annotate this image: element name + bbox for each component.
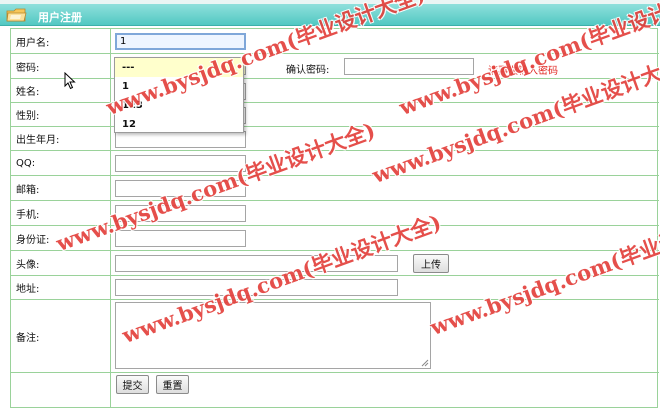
remark-textarea[interactable] (115, 302, 431, 369)
name-label: 姓名: (11, 79, 111, 102)
reset-button[interactable]: 重置 (156, 375, 189, 394)
avatar-label: 头像: (11, 251, 111, 275)
address-label: 地址: (11, 276, 111, 299)
autocomplete-dropdown: --- 1 123 12 (114, 57, 244, 133)
mouse-cursor-icon (64, 72, 76, 90)
birthdate-label: 出生年月: (11, 127, 111, 150)
address-input[interactable] (115, 279, 398, 296)
row-idcard: 身份证: (11, 226, 659, 251)
folder-book-icon (6, 8, 27, 22)
row-actions: 提交 重置 (11, 373, 659, 407)
row-birthdate: 出生年月: (11, 127, 659, 151)
phone-input[interactable] (115, 205, 246, 222)
gender-label: 性别: (11, 103, 111, 126)
row-address: 地址: (11, 276, 659, 300)
avatar-path-input[interactable] (115, 255, 398, 272)
email-label: 邮箱: (11, 176, 111, 200)
registration-form: 用户名: 密码: 确认密码: 请再次输入密码 姓名: 性别: 出生年月: (10, 28, 659, 408)
confirm-password-label: 确认密码: (286, 65, 330, 76)
row-username: 用户名: (11, 29, 659, 54)
confirm-password-hint: 请再次输入密码 (488, 66, 558, 77)
row-gender: 性别: (11, 103, 659, 127)
title-bar: 用户注册 (0, 4, 660, 26)
qq-input[interactable] (115, 155, 246, 172)
username-input[interactable] (115, 33, 246, 50)
idcard-input[interactable] (115, 230, 246, 247)
autocomplete-option[interactable]: 123 (115, 96, 243, 115)
row-email: 邮箱: (11, 176, 659, 201)
row-qq: QQ: (11, 151, 659, 176)
row-name: 姓名: (11, 79, 659, 103)
password-label: 密码: (11, 54, 111, 78)
upload-button[interactable]: 上传 (413, 254, 449, 273)
qq-label: QQ: (11, 151, 111, 175)
confirm-password-input[interactable] (344, 58, 474, 75)
email-input[interactable] (115, 180, 246, 197)
page-title: 用户注册 (38, 11, 82, 24)
submit-button[interactable]: 提交 (116, 375, 149, 394)
resize-grip-icon[interactable] (421, 359, 429, 367)
username-label: 用户名: (11, 29, 111, 53)
idcard-label: 身份证: (11, 226, 111, 250)
autocomplete-option[interactable]: 1 (115, 77, 243, 96)
remark-label: 备注: (11, 300, 111, 372)
row-remark: 备注: (11, 300, 659, 373)
phone-label: 手机: (11, 201, 111, 225)
row-avatar: 头像: 上传 (11, 251, 659, 276)
autocomplete-option[interactable]: 12 (115, 115, 243, 134)
row-phone: 手机: (11, 201, 659, 226)
row-password: 密码: 确认密码: 请再次输入密码 (11, 54, 659, 79)
autocomplete-option[interactable]: --- (115, 58, 243, 77)
